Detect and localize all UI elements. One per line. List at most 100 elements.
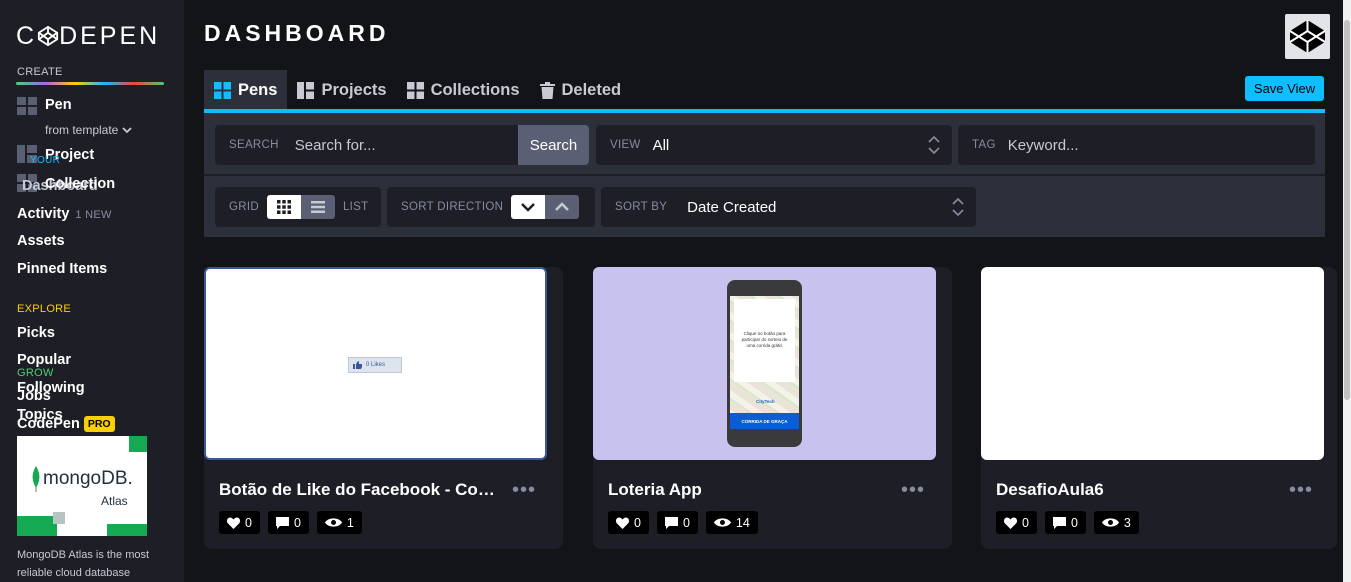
tag-label: TAG xyxy=(972,139,996,151)
eye-icon xyxy=(713,518,731,527)
grid-label: GRID xyxy=(229,201,259,213)
mongodb-ad[interactable]: mongoDB. Atlas xyxy=(17,436,147,536)
comments-stat[interactable]: 0 xyxy=(656,511,698,534)
ad-bottom-right-block xyxy=(107,524,147,536)
pen-title[interactable]: Botão de Like do Facebook - Cont... xyxy=(219,480,499,500)
tab-projects-label: Projects xyxy=(321,80,387,99)
likes-stat[interactable]: 0 xyxy=(219,511,260,534)
sort-by-value: Date Created xyxy=(687,198,777,216)
list-toggle[interactable] xyxy=(300,195,335,219)
chevron-down-icon xyxy=(521,203,536,212)
logo-letters-depen: DEPEN xyxy=(59,22,161,50)
search-box: SEARCH Search for... Search xyxy=(215,125,589,165)
grid-toggle[interactable] xyxy=(266,195,301,219)
scrollbar-thumb[interactable] xyxy=(1344,20,1350,400)
view-select[interactable]: VIEW All xyxy=(596,125,952,165)
create-pen-link[interactable]: Pen xyxy=(45,97,72,113)
filter-bar: SEARCH Search for... Search VIEW All TAG… xyxy=(204,113,1325,237)
list-icon xyxy=(310,201,325,213)
activity-link[interactable]: Activity 1 NEW xyxy=(17,206,112,222)
grow-label: GROW xyxy=(17,367,54,379)
grid-list-toggle-box: GRID LIST xyxy=(215,187,381,227)
pro-badge: PRO xyxy=(83,416,115,432)
phone-cta-button: CORRIDA DE GRAÇA xyxy=(730,413,799,429)
tag-input[interactable]: Keyword... xyxy=(1008,137,1079,154)
more-options-icon[interactable]: ••• xyxy=(512,479,536,502)
phone-preview: Clique no botão para participar do sorte… xyxy=(727,280,802,447)
save-view-button[interactable]: Save View xyxy=(1245,76,1324,101)
sort-direction-toggle xyxy=(511,195,580,219)
like-count-preview: 0 Likes xyxy=(366,362,386,368)
pen-card: Clique no botão para participar do sorte… xyxy=(593,267,952,549)
avatar[interactable] xyxy=(1285,14,1330,59)
from-template-label: from template xyxy=(45,123,119,137)
phone-screen: Clique no botão para participar do sorte… xyxy=(730,296,799,429)
codepen-logo[interactable]: C DEPEN xyxy=(16,22,160,51)
views-stat[interactable]: 3 xyxy=(1093,511,1139,534)
likes-stat[interactable]: 0 xyxy=(996,511,1037,534)
views-count: 1 xyxy=(346,515,354,530)
tab-collections[interactable]: Collections xyxy=(397,70,530,110)
likes-stat[interactable]: 0 xyxy=(608,511,649,534)
pen-stats: 0 0 3 xyxy=(996,511,1139,534)
page-title: DASHBOARD xyxy=(204,20,390,46)
like-button-preview: 0 Likes xyxy=(348,357,402,373)
likes-count: 0 xyxy=(245,515,252,530)
comments-stat[interactable]: 0 xyxy=(1044,511,1086,534)
codepen-pro-link[interactable]: CodePen PRO xyxy=(17,416,115,432)
tab-deleted-label: Deleted xyxy=(561,80,622,99)
sort-direction-label: SORT DIRECTION xyxy=(401,201,504,213)
search-button[interactable]: Search xyxy=(518,125,589,165)
pen-title[interactable]: Loteria App xyxy=(608,480,888,500)
pen-title[interactable]: DesafioAula6 xyxy=(996,480,1276,500)
pen-preview[interactable] xyxy=(981,267,1324,460)
more-options-icon[interactable]: ••• xyxy=(1289,479,1313,502)
pen-preview[interactable]: Clique no botão para participar do sorte… xyxy=(593,267,936,460)
mongodb-leaf-icon xyxy=(32,466,40,492)
assets-link[interactable]: Assets xyxy=(17,233,65,249)
codepen-cube-icon xyxy=(37,25,59,47)
views-stat[interactable]: 14 xyxy=(705,511,758,534)
search-input[interactable]: Search for... xyxy=(295,137,376,154)
pen-card: 0 Likes Botão de Like do Facebook - Cont… xyxy=(204,267,563,549)
projects-icon xyxy=(297,81,315,99)
sort-descending-toggle[interactable] xyxy=(511,195,546,219)
chevron-up-icon xyxy=(555,202,570,211)
explore-label: EXPLORE xyxy=(17,303,72,315)
dashboard-tabs: Pens Projects Collections Deleted xyxy=(204,70,631,110)
view-label: VIEW xyxy=(610,139,641,151)
comments-count: 0 xyxy=(293,515,301,530)
eye-icon xyxy=(1101,518,1119,527)
grid-list-toggle xyxy=(266,195,335,219)
tab-deleted[interactable]: Deleted xyxy=(530,70,632,110)
tag-box: TAG Keyword... xyxy=(958,125,1315,165)
tab-projects[interactable]: Projects xyxy=(287,70,396,110)
create-collection-link[interactable]: Collection xyxy=(45,176,115,192)
picks-link[interactable]: Picks xyxy=(17,325,55,341)
select-arrows-icon xyxy=(952,197,964,217)
avatar-cube-icon xyxy=(1285,14,1330,59)
sort-by-select[interactable]: SORT BY Date Created xyxy=(601,187,976,227)
activity-label: Activity xyxy=(17,206,70,222)
page-scrollbar[interactable] xyxy=(1343,0,1351,582)
phone-card: Clique no botão para participar do sorte… xyxy=(734,299,795,382)
comments-stat[interactable]: 0 xyxy=(267,511,309,534)
comment-icon xyxy=(275,516,289,529)
tab-pens[interactable]: Pens xyxy=(204,70,288,110)
pinned-items-link[interactable]: Pinned Items xyxy=(17,261,107,277)
pen-preview[interactable]: 0 Likes xyxy=(204,267,547,460)
sort-by-label: SORT BY xyxy=(615,201,668,213)
filter-divider xyxy=(204,174,1325,176)
popular-link[interactable]: Popular xyxy=(17,352,71,368)
ad-brand: mongoDB. xyxy=(43,468,133,489)
ad-text-1: MongoDB Atlas is the most xyxy=(17,549,150,561)
comment-icon xyxy=(1052,516,1066,529)
jobs-link[interactable]: Jobs xyxy=(17,388,51,404)
tab-collections-label: Collections xyxy=(430,80,520,99)
views-stat[interactable]: 1 xyxy=(316,511,362,534)
from-template-link[interactable]: from template xyxy=(45,123,132,137)
sort-ascending-toggle[interactable] xyxy=(545,195,580,219)
create-label: CREATE xyxy=(17,66,63,78)
pen-card: DesafioAula6 ••• 0 0 3 xyxy=(981,267,1337,549)
more-options-icon[interactable]: ••• xyxy=(901,479,925,502)
